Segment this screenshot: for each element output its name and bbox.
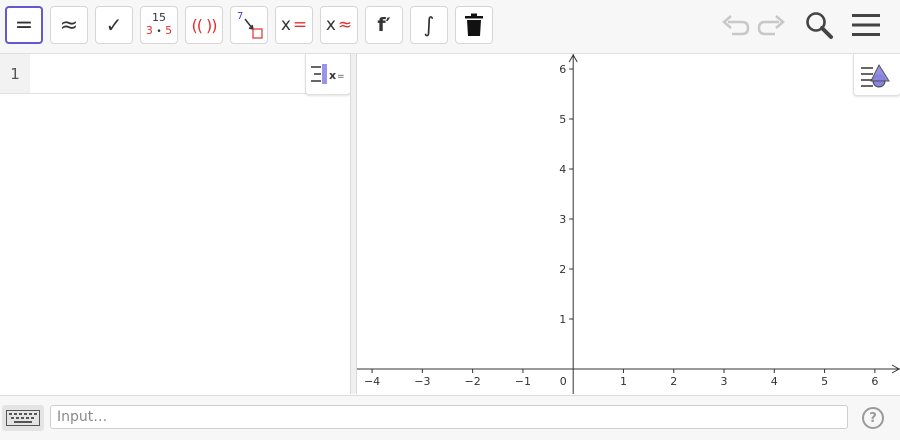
x-tick-label: −1 xyxy=(515,375,531,388)
expand-button[interactable]: (( )) xyxy=(185,6,223,44)
algebra-view: 1 x = xyxy=(0,54,351,394)
x-tick-label: 4 xyxy=(771,375,778,388)
evaluate-button[interactable]: = xyxy=(5,6,43,44)
svg-text:=: = xyxy=(337,72,345,82)
integral-button[interactable]: ∫ xyxy=(410,6,448,44)
solve-button[interactable]: x = xyxy=(275,6,313,44)
substitute-icon: 7 xyxy=(237,11,263,39)
nsolve-button[interactable]: x ≈ xyxy=(320,6,358,44)
help-button[interactable]: ? xyxy=(862,407,884,429)
row-number: 1 xyxy=(0,54,30,93)
substitute-button[interactable]: 7 xyxy=(230,6,268,44)
x-tick-label: −4 xyxy=(364,375,380,388)
x-tick-label: 2 xyxy=(670,375,677,388)
algebra-style-button[interactable]: x = xyxy=(305,54,351,95)
numeric-button[interactable]: ≈ xyxy=(50,6,88,44)
delete-button[interactable] xyxy=(455,6,493,44)
input-bar: ? xyxy=(0,395,900,440)
graphics-style-icon xyxy=(861,63,890,87)
y-tick-label: 2 xyxy=(559,263,566,276)
trash-icon xyxy=(465,13,483,36)
keyboard-icon xyxy=(6,410,40,426)
factor-button[interactable]: 15 3 • 5 xyxy=(140,6,178,44)
y-tick-label: 5 xyxy=(559,113,566,126)
x-tick-label: 5 xyxy=(821,375,828,388)
svg-text:x: x xyxy=(329,69,336,82)
x-tick-label: 1 xyxy=(620,375,627,388)
y-tick-label: 6 xyxy=(559,63,566,76)
keyboard-button[interactable] xyxy=(2,405,44,431)
graphics-canvas[interactable]: −4 −3 −2 −1 0 1 2 3 4 5 6 1 2 3 4 5 6 xyxy=(357,54,900,394)
svg-text:7: 7 xyxy=(237,11,243,22)
algebra-description-icon: x = xyxy=(311,64,345,84)
derivative-button[interactable]: f′ xyxy=(365,6,403,44)
menu-icon[interactable] xyxy=(849,8,883,42)
undo-icon[interactable] xyxy=(718,8,752,42)
input-field[interactable] xyxy=(50,405,848,429)
x-tick-label: 3 xyxy=(721,375,728,388)
check-button[interactable]: ✓ xyxy=(95,6,133,44)
x-tick-label: −3 xyxy=(414,375,430,388)
view-divider[interactable] xyxy=(350,54,357,394)
toolbar: = ≈ ✓ 15 3 • 5 (( )) 7 x = x ≈ f′ ∫ xyxy=(0,0,900,54)
graphics-view[interactable]: −4 −3 −2 −1 0 1 2 3 4 5 6 1 2 3 4 5 6 xyxy=(357,54,900,394)
graphics-style-button[interactable] xyxy=(853,54,900,96)
x-tick-label: 6 xyxy=(871,375,878,388)
y-tick-label: 1 xyxy=(559,313,566,326)
x-tick-label: 0 xyxy=(560,375,567,388)
y-tick-label: 4 xyxy=(559,163,566,176)
y-tick-label: 3 xyxy=(559,213,566,226)
search-icon[interactable] xyxy=(802,8,836,42)
redo-icon[interactable] xyxy=(755,8,789,42)
x-tick-label: −2 xyxy=(465,375,481,388)
algebra-input-row[interactable]: 1 xyxy=(0,54,350,94)
